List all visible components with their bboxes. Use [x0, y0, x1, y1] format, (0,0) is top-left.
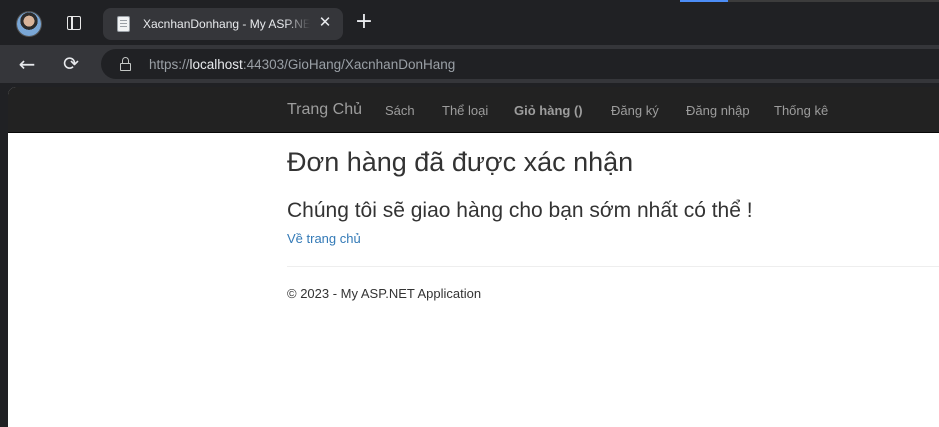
page-viewport: Trang Chủ Sách Thể loại Giỏ hàng () Đăng… — [8, 87, 939, 427]
reload-icon[interactable]: ⟳ — [58, 51, 84, 77]
browser-tab[interactable]: XacnhanDonhang - My ASP.NET Application … — [103, 8, 343, 40]
nav-link-the-loai[interactable]: Thể loại — [442, 103, 488, 118]
url-path: :44303/GioHang/XacnhanDonHang — [242, 57, 456, 72]
tab-title: XacnhanDonhang - My ASP.NET Application — [143, 17, 310, 31]
footer-divider — [287, 266, 939, 267]
nav-link-gio-hang[interactable]: Giỏ hàng () — [514, 103, 583, 118]
browser-toolbar: ← ⟳ https://localhost:44303/GioHang/Xacn… — [0, 45, 939, 83]
window-edge — [728, 0, 939, 2]
url-scheme: https:// — [149, 57, 190, 72]
close-icon[interactable]: ✕ — [315, 13, 335, 33]
nav-link-dang-nhap[interactable]: Đăng nhập — [686, 103, 750, 118]
url-text[interactable]: https://localhost:44303/GioHang/XacnhanD… — [149, 57, 455, 72]
tab-actions-icon[interactable] — [67, 16, 81, 30]
back-arrow-icon[interactable]: ← — [14, 51, 40, 77]
nav-brand-home[interactable]: Trang Chủ — [287, 101, 362, 119]
lock-icon[interactable] — [120, 57, 131, 71]
document-icon — [117, 16, 130, 32]
url-host: localhost — [189, 57, 243, 72]
plus-icon[interactable]: + — [353, 11, 375, 33]
home-link[interactable]: Về trang chủ — [287, 231, 361, 246]
nav-link-sach[interactable]: Sách — [385, 103, 415, 118]
window-accent — [680, 0, 728, 2]
profile-avatar[interactable] — [17, 12, 41, 36]
nav-link-dang-ky[interactable]: Đăng ký — [611, 103, 659, 118]
nav-link-thong-ke[interactable]: Thống kê — [774, 103, 828, 118]
confirmation-message: Chúng tôi sẽ giao hàng cho bạn sớm nhất … — [287, 199, 753, 222]
address-bar[interactable]: https://localhost:44303/GioHang/XacnhanD… — [101, 49, 939, 79]
footer-text: © 2023 - My ASP.NET Application — [287, 286, 482, 301]
site-navbar: Trang Chủ Sách Thể loại Giỏ hàng () Đăng… — [8, 87, 939, 133]
page-title: Đơn hàng đã được xác nhận — [287, 147, 634, 177]
tab-strip: XacnhanDonhang - My ASP.NET Application … — [0, 0, 939, 45]
